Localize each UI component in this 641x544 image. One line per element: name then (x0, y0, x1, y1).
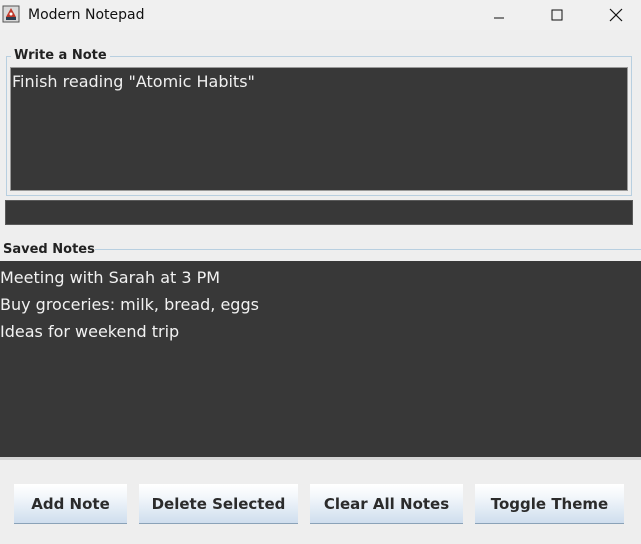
saved-notes-list[interactable]: Meeting with Sarah at 3 PM Buy groceries… (0, 261, 641, 457)
window-title: Modern Notepad (28, 7, 145, 23)
write-note-legend: Write a Note (11, 48, 110, 64)
java-cup-icon[interactable] (2, 5, 20, 23)
delete-selected-button[interactable]: Delete Selected (139, 484, 298, 524)
minimize-icon (494, 17, 504, 19)
maximize-icon (551, 9, 563, 21)
close-icon (609, 8, 623, 22)
clear-all-notes-button[interactable]: Clear All Notes (310, 484, 463, 524)
list-bottom-border (0, 457, 641, 460)
add-note-button[interactable]: Add Note (14, 484, 127, 524)
note-textarea[interactable]: Finish reading "Atomic Habits" (10, 67, 628, 191)
saved-notes-divider (95, 249, 641, 250)
list-item[interactable]: Meeting with Sarah at 3 PM (0, 264, 641, 291)
title-bar: Modern Notepad (0, 0, 641, 30)
minimize-button[interactable] (476, 0, 522, 30)
list-item[interactable]: Buy groceries: milk, bread, eggs (0, 291, 641, 318)
saved-notes-legend: Saved Notes (3, 242, 95, 257)
maximize-button[interactable] (534, 0, 580, 30)
toggle-theme-button[interactable]: Toggle Theme (475, 484, 624, 524)
close-button[interactable] (593, 0, 639, 30)
list-item[interactable]: Ideas for weekend trip (0, 318, 641, 345)
note-input-field[interactable] (5, 200, 633, 225)
